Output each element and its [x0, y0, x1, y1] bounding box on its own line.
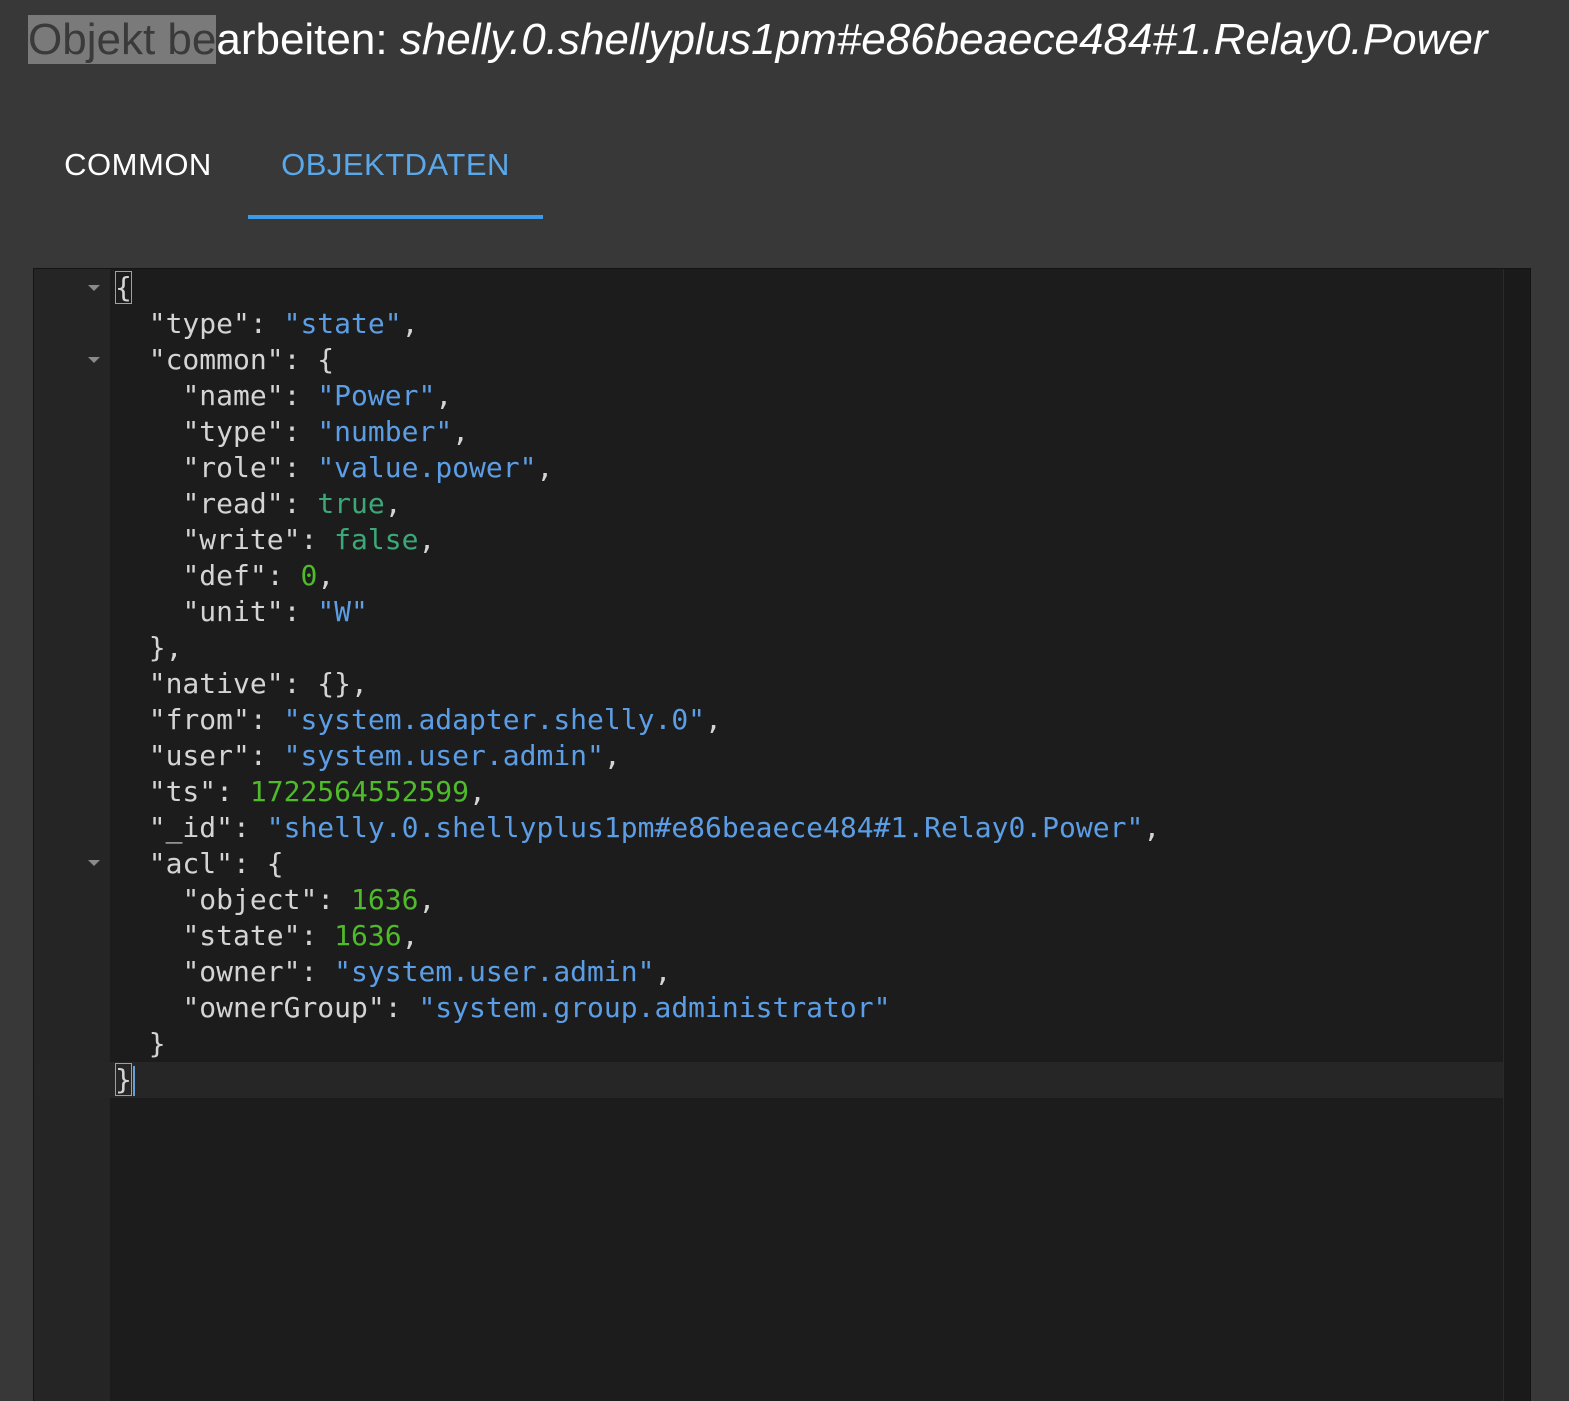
- active-line-highlight: [34, 1062, 1530, 1098]
- json-key: "ownerGroup": [182, 991, 385, 1024]
- json-key: "ts": [148, 775, 217, 808]
- fold-common-icon[interactable]: [88, 357, 100, 363]
- code-line-7: "read": true,: [182, 487, 402, 520]
- title-text: arbeiten:: [216, 15, 400, 64]
- json-key: "read": [182, 487, 284, 520]
- editor-scrollbar[interactable]: [1503, 269, 1530, 1401]
- json-string-value: "state": [283, 307, 402, 340]
- code-line-9: "def": 0,: [182, 559, 335, 592]
- json-key: "from": [148, 703, 250, 736]
- active-tab-indicator: [248, 215, 543, 219]
- json-string-value: "value.power": [317, 451, 537, 484]
- json-key: "unit": [182, 595, 284, 628]
- json-string-value: "system.adapter.shelly.0": [283, 703, 706, 736]
- code-line-3: "common": {: [148, 343, 335, 376]
- json-string-value: "system.user.admin": [283, 739, 604, 772]
- json-key: "type": [148, 307, 250, 340]
- code-line-13: "from": "system.adapter.shelly.0",: [148, 703, 722, 736]
- code-line-8: "write": false,: [182, 523, 436, 556]
- title-object-id: shelly.0.shellyplus1pm#e86beaece484#1.Re…: [399, 15, 1488, 64]
- tab-common[interactable]: COMMON: [28, 120, 248, 220]
- json-number-value: 1636: [351, 883, 419, 916]
- json-editor[interactable]: { "type": "state", "common": { "name": "…: [33, 268, 1531, 1401]
- json-key: "common": [148, 343, 284, 376]
- json-number-value: 1636: [334, 919, 402, 952]
- json-key: "write": [182, 523, 301, 556]
- json-key: "def": [182, 559, 267, 592]
- code-line-10: "unit": "W": [182, 595, 368, 628]
- dialog-title: Objekt bearbeiten: shelly.0.shellyplus1p…: [28, 4, 1487, 76]
- json-boolean-value: false: [334, 523, 419, 556]
- json-key: "role": [182, 451, 284, 484]
- json-string-value: "number": [317, 415, 453, 448]
- code-line-1: {: [115, 270, 132, 306]
- title-selected-text: Objekt be: [28, 15, 217, 64]
- code-line-11: },: [148, 631, 183, 664]
- json-key: "type": [182, 415, 284, 448]
- json-string-value: "system.user.admin": [334, 955, 655, 988]
- code-line-20: "owner": "system.user.admin",: [182, 955, 672, 988]
- code-line-15: "ts": 1722564552599,: [148, 775, 486, 808]
- text-cursor: [132, 1066, 135, 1096]
- code-line-4: "name": "Power",: [182, 379, 453, 412]
- code-line-16: "_id": "shelly.0.shellyplus1pm#e86beaece…: [148, 811, 1161, 844]
- bracket-match-open: {: [115, 271, 132, 304]
- fold-acl-icon[interactable]: [88, 860, 100, 866]
- code-line-18: "object": 1636,: [182, 883, 436, 916]
- json-key: "owner": [182, 955, 301, 988]
- json-key: "user": [148, 739, 250, 772]
- json-object-value: {}: [317, 667, 352, 700]
- json-key: "object": [182, 883, 318, 916]
- code-line-19: "state": 1636,: [182, 919, 419, 952]
- json-boolean-value: true: [317, 487, 385, 520]
- code-line-6: "role": "value.power",: [182, 451, 554, 484]
- json-key: "_id": [148, 811, 234, 844]
- json-string-value: "system.group.administrator": [418, 991, 891, 1024]
- code-line-12: "native": {},: [148, 667, 368, 700]
- code-line-22: }: [148, 1027, 166, 1060]
- fold-root-icon[interactable]: [88, 285, 100, 291]
- json-key: "state": [182, 919, 301, 952]
- json-key: "acl": [148, 847, 234, 880]
- code-line-17: "acl": {: [148, 847, 284, 880]
- code-line-14: "user": "system.user.admin",: [148, 739, 621, 772]
- code-line-21: "ownerGroup": "system.group.administrato…: [182, 991, 891, 1024]
- json-key: "name": [182, 379, 284, 412]
- code-line-5: "type": "number",: [182, 415, 470, 448]
- json-number-value: 0: [300, 559, 318, 592]
- code-line-2: "type": "state",: [148, 307, 419, 340]
- tab-objektdaten[interactable]: OBJEKTDATEN: [248, 120, 543, 220]
- json-string-value: "W": [317, 595, 368, 628]
- json-key: "native": [148, 667, 284, 700]
- editor-gutter: [34, 269, 110, 1401]
- code-line-23: }: [115, 1062, 135, 1098]
- json-number-value: 1722564552599: [249, 775, 470, 808]
- json-string-value: "Power": [317, 379, 436, 412]
- bracket-match-close: }: [115, 1063, 132, 1096]
- json-string-value: "shelly.0.shellyplus1pm#e86beaece484#1.R…: [266, 811, 1144, 844]
